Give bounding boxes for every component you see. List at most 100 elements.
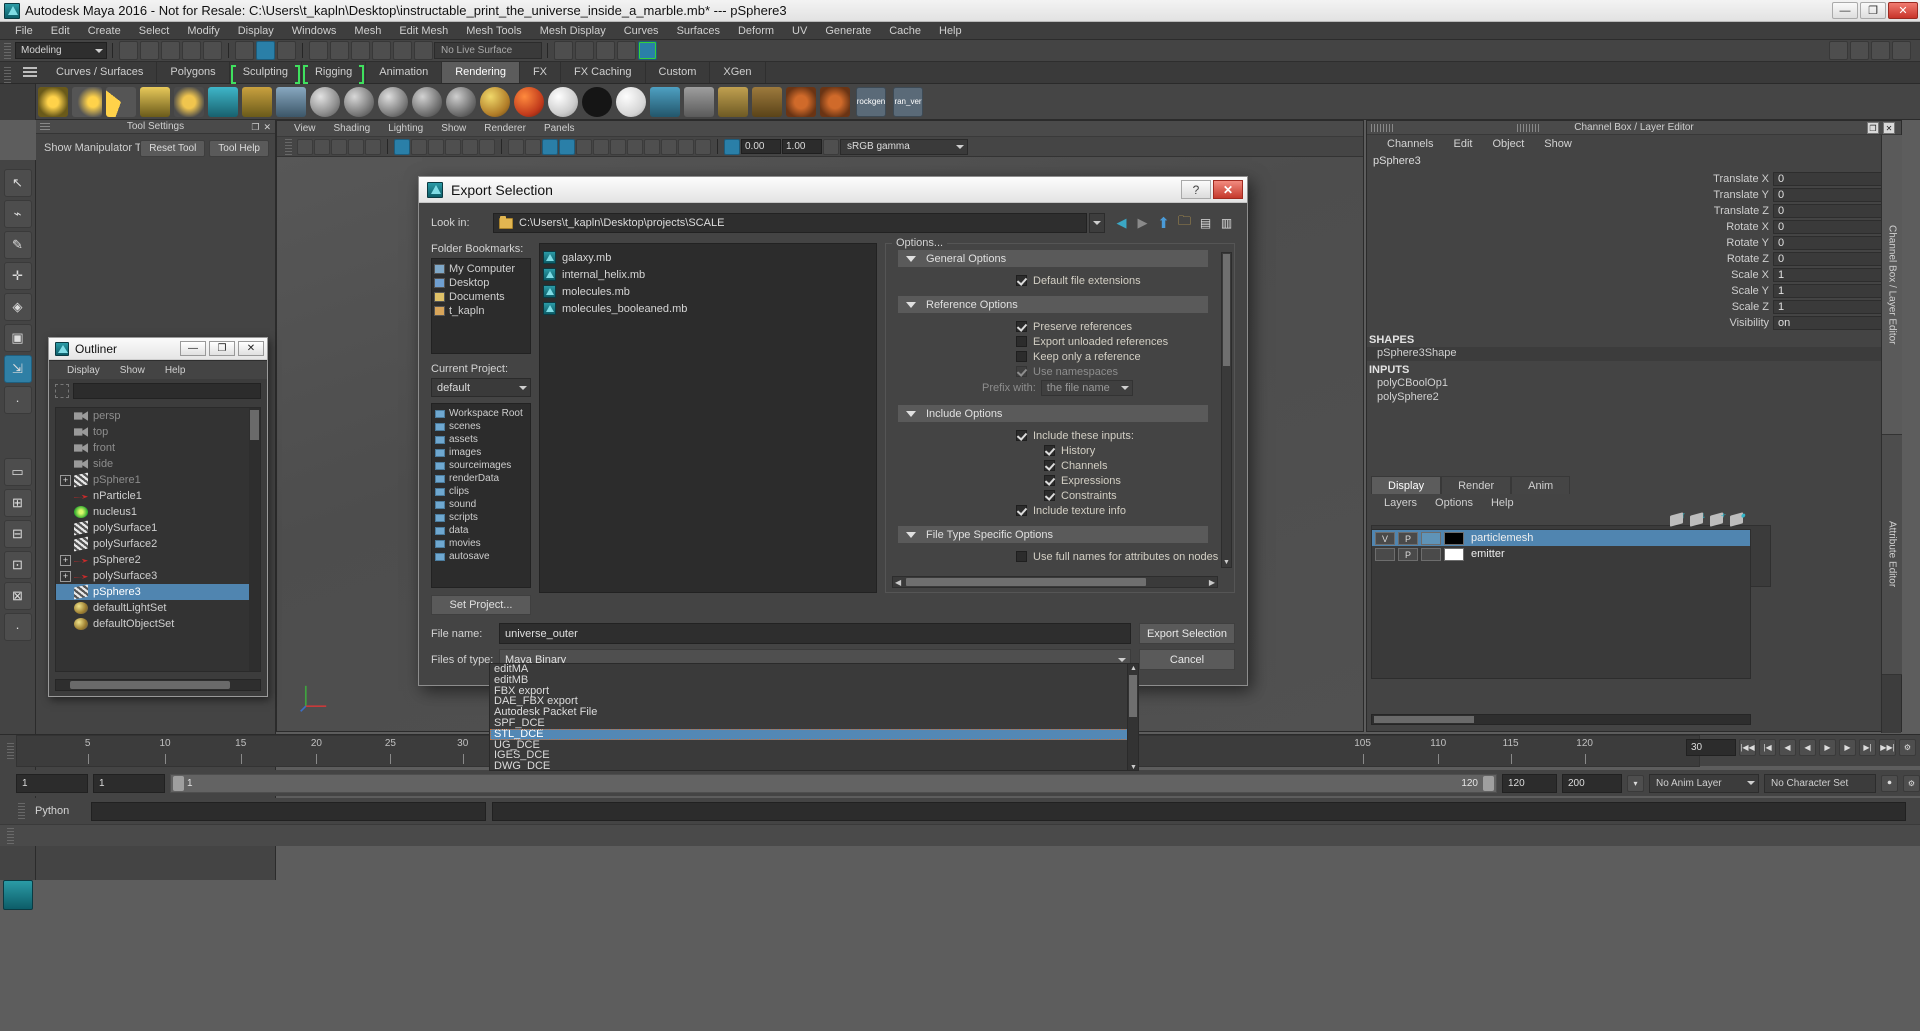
ran-ver-button[interactable]: ran_ver [893, 86, 923, 117]
viewport-menu-renderer[interactable]: Renderer [475, 123, 535, 134]
checkbox-row[interactable]: Default file extensions [1016, 273, 1220, 288]
time-slider-grip[interactable] [7, 743, 14, 759]
outliner-item[interactable]: defaultLightSet [56, 600, 260, 616]
checkbox-row[interactable]: History [1044, 443, 1220, 458]
project-folder-item[interactable]: renderData [435, 472, 530, 485]
channel-value-field[interactable]: 0 [1773, 235, 1893, 250]
panel-grip-secondary[interactable] [1517, 124, 1541, 132]
step-back-frame-icon[interactable]: ◀ [1779, 739, 1796, 756]
lambert-material-icon[interactable] [310, 86, 340, 117]
mental-ray-icon[interactable] [786, 86, 816, 117]
project-folder-item[interactable]: clips [435, 485, 530, 498]
file-type-option-stl-dce[interactable]: STL_DCE [490, 728, 1138, 740]
shelf-tab-fx-caching[interactable]: FX Caching [561, 62, 646, 83]
new-scene-button[interactable] [119, 41, 138, 60]
scroll-up-icon[interactable]: ▲ [1129, 664, 1138, 673]
new-layer-from-selected-icon[interactable]: ● [1730, 509, 1746, 527]
layer-color-swatch[interactable] [1444, 547, 1464, 561]
shelf-menu-icon[interactable] [23, 67, 37, 79]
outliner-item[interactable]: top [56, 424, 260, 440]
project-folder-item[interactable]: data [435, 524, 530, 537]
checkbox-row[interactable]: Include texture info [1016, 503, 1220, 518]
look-in-path-field[interactable]: C:\Users\t_kapln\Desktop\projects\SCALE [493, 213, 1087, 233]
render-layers-icon[interactable] [650, 86, 680, 117]
options-section-general-options[interactable]: General Options [898, 250, 1208, 267]
range-handle-right[interactable] [1483, 775, 1494, 791]
list-view-icon[interactable]: ▤ [1197, 215, 1214, 232]
range-start-field[interactable]: 1 [16, 773, 88, 793]
layer-row[interactable]: V Pparticlemesh [1372, 530, 1750, 546]
outliner-search-input[interactable] [73, 383, 261, 399]
layer-type-toggle[interactable] [1421, 547, 1441, 561]
viewport-menu-panels[interactable]: Panels [535, 123, 584, 134]
undo-button[interactable] [182, 41, 201, 60]
image-plane-icon[interactable] [365, 138, 381, 155]
directional-light-icon[interactable] [72, 86, 102, 117]
channel-value-field[interactable]: on [1773, 315, 1893, 330]
project-folder-item[interactable]: Workspace Root [435, 407, 530, 420]
file-type-option-spf-dce[interactable]: SPF_DCE [490, 718, 1138, 729]
ipr-render-button[interactable] [596, 41, 615, 60]
menu-item-edit-mesh[interactable]: Edit Mesh [390, 22, 457, 40]
smooth-shade-icon[interactable] [525, 138, 541, 155]
show-hide-channel-box-button[interactable] [1892, 41, 1911, 60]
outliner-item[interactable]: front [56, 440, 260, 456]
menu-item-create[interactable]: Create [79, 22, 130, 40]
checkbox-row[interactable]: Use namespaces [1016, 364, 1220, 379]
outliner-item[interactable]: defaultObjectSet [56, 616, 260, 632]
redo-button[interactable] [203, 41, 222, 60]
file-type-option-ug-dce[interactable]: UG_DCE [490, 739, 1138, 751]
menu-item-windows[interactable]: Windows [283, 22, 346, 40]
checkbox-row[interactable]: Expressions [1044, 473, 1220, 488]
checkbox-row[interactable]: Channels [1044, 458, 1220, 473]
menu-item-uv[interactable]: UV [783, 22, 816, 40]
film-gate-icon[interactable] [411, 138, 427, 155]
panel-close-icon[interactable]: ✕ [1883, 122, 1895, 134]
rockgen-script-icon[interactable] [820, 86, 850, 117]
area-light-icon[interactable] [140, 86, 170, 117]
select-by-component-button[interactable] [277, 41, 296, 60]
checkbox-row[interactable]: Include these inputs: [1016, 428, 1220, 443]
bookmark-icon[interactable] [348, 138, 364, 155]
rockgen-button[interactable]: rockgen [856, 86, 886, 117]
outliner-vertical-scrollbar[interactable] [249, 408, 260, 671]
panel-grip[interactable] [1371, 124, 1395, 132]
toolbar-grip[interactable] [4, 42, 11, 59]
bookmark-item[interactable]: t_kapln [434, 304, 530, 318]
create-new-folder-icon[interactable]: 🗀 [1176, 213, 1193, 232]
cancel-button[interactable]: Cancel [1139, 649, 1235, 670]
viewport-toolbar-grip[interactable] [285, 138, 292, 155]
show-hide-tool-settings-button[interactable] [1871, 41, 1890, 60]
layout-more-icon[interactable]: · [3, 613, 32, 641]
channel-value-field[interactable]: 1 [1773, 267, 1893, 282]
color-profile-dropdown[interactable]: sRGB gamma [840, 138, 968, 155]
viewport-menu-view[interactable]: View [285, 123, 325, 134]
layer-tab-anim[interactable]: Anim [1511, 476, 1571, 494]
grid-toggle-icon[interactable] [394, 138, 410, 155]
select-by-object-button[interactable] [256, 41, 275, 60]
phong-material-icon[interactable] [378, 86, 408, 117]
wireframe-shading-icon[interactable] [508, 138, 524, 155]
dialog-help-button[interactable]: ? [1181, 180, 1211, 199]
menu-set-dropdown[interactable]: Modeling [15, 42, 107, 59]
outliner-horizontal-scrollbar[interactable] [55, 679, 261, 691]
checkbox-export-unloaded-references[interactable] [1016, 336, 1027, 347]
channel-menu-show[interactable]: Show [1534, 138, 1582, 150]
menu-item-cache[interactable]: Cache [880, 22, 930, 40]
screen-space-ao-icon[interactable] [610, 138, 626, 155]
close-button[interactable]: ✕ [1888, 2, 1918, 19]
character-set-dropdown[interactable]: No Character Set [1764, 773, 1876, 793]
checkbox-use-full-names-for-attributes-on-nodes[interactable] [1016, 551, 1027, 562]
use-all-lights-icon[interactable] [576, 138, 592, 155]
file-type-dropdown-popup[interactable]: editMA editMB FBX export DAE_FBX export Auto… [489, 663, 1139, 771]
project-folder-item[interactable]: scripts [435, 511, 530, 524]
open-scene-button[interactable] [140, 41, 159, 60]
file-item[interactable]: galaxy.mb [543, 249, 876, 266]
range-expand-icon[interactable]: ▾ [1627, 774, 1644, 792]
layer-type-toggle[interactable] [1421, 531, 1441, 545]
resolution-gate-icon[interactable] [428, 138, 444, 155]
move-layer-up-icon[interactable]: ↑ [1670, 509, 1686, 527]
layer-tab-render[interactable]: Render [1441, 476, 1512, 494]
select-by-hierarchy-button[interactable] [235, 41, 254, 60]
layer-list[interactable]: V Pparticlemesh Pemitter [1371, 529, 1751, 679]
